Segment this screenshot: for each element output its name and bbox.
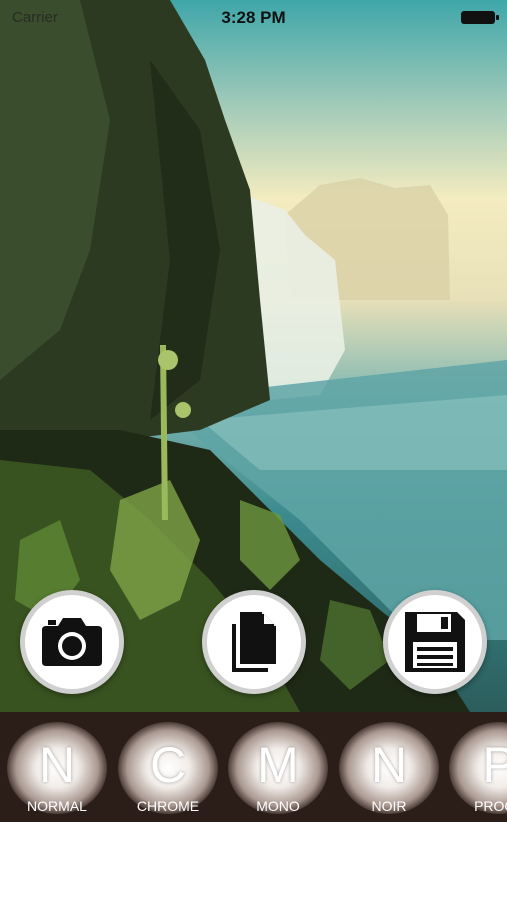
save-button[interactable] (383, 590, 487, 694)
status-time: 3:28 PM (221, 8, 286, 27)
filter-letter: P (482, 737, 507, 793)
filter-strip[interactable]: N NORMAL C CHROME M MONO N NOIR P PROCE (0, 712, 507, 822)
floppy-disk-icon (405, 612, 465, 672)
filter-label: MONO (256, 798, 300, 814)
camera-button[interactable] (20, 590, 124, 694)
empty-bottom-area (0, 822, 507, 900)
battery-icon (461, 11, 499, 24)
filter-label: PROCE (474, 798, 507, 814)
document-icon (232, 612, 276, 672)
filter-label: NORMAL (27, 798, 87, 814)
filter-letter: N (370, 737, 408, 793)
filter-chrome[interactable]: C CHROME (113, 718, 223, 820)
document-button[interactable] (202, 590, 306, 694)
filter-letter: M (257, 737, 299, 793)
status-bar: Carrier 3:28 PM (0, 0, 507, 36)
filter-process[interactable]: P PROCE (444, 718, 507, 820)
camera-icon (42, 618, 102, 666)
filter-label: NOIR (371, 798, 407, 814)
filter-label: CHROME (136, 798, 200, 814)
filter-normal[interactable]: N NORMAL (2, 718, 112, 820)
filter-mono[interactable]: M MONO (223, 718, 333, 820)
filter-letter: C (149, 737, 187, 793)
filter-letter: N (38, 737, 76, 793)
filter-noir[interactable]: N NOIR (334, 718, 444, 820)
